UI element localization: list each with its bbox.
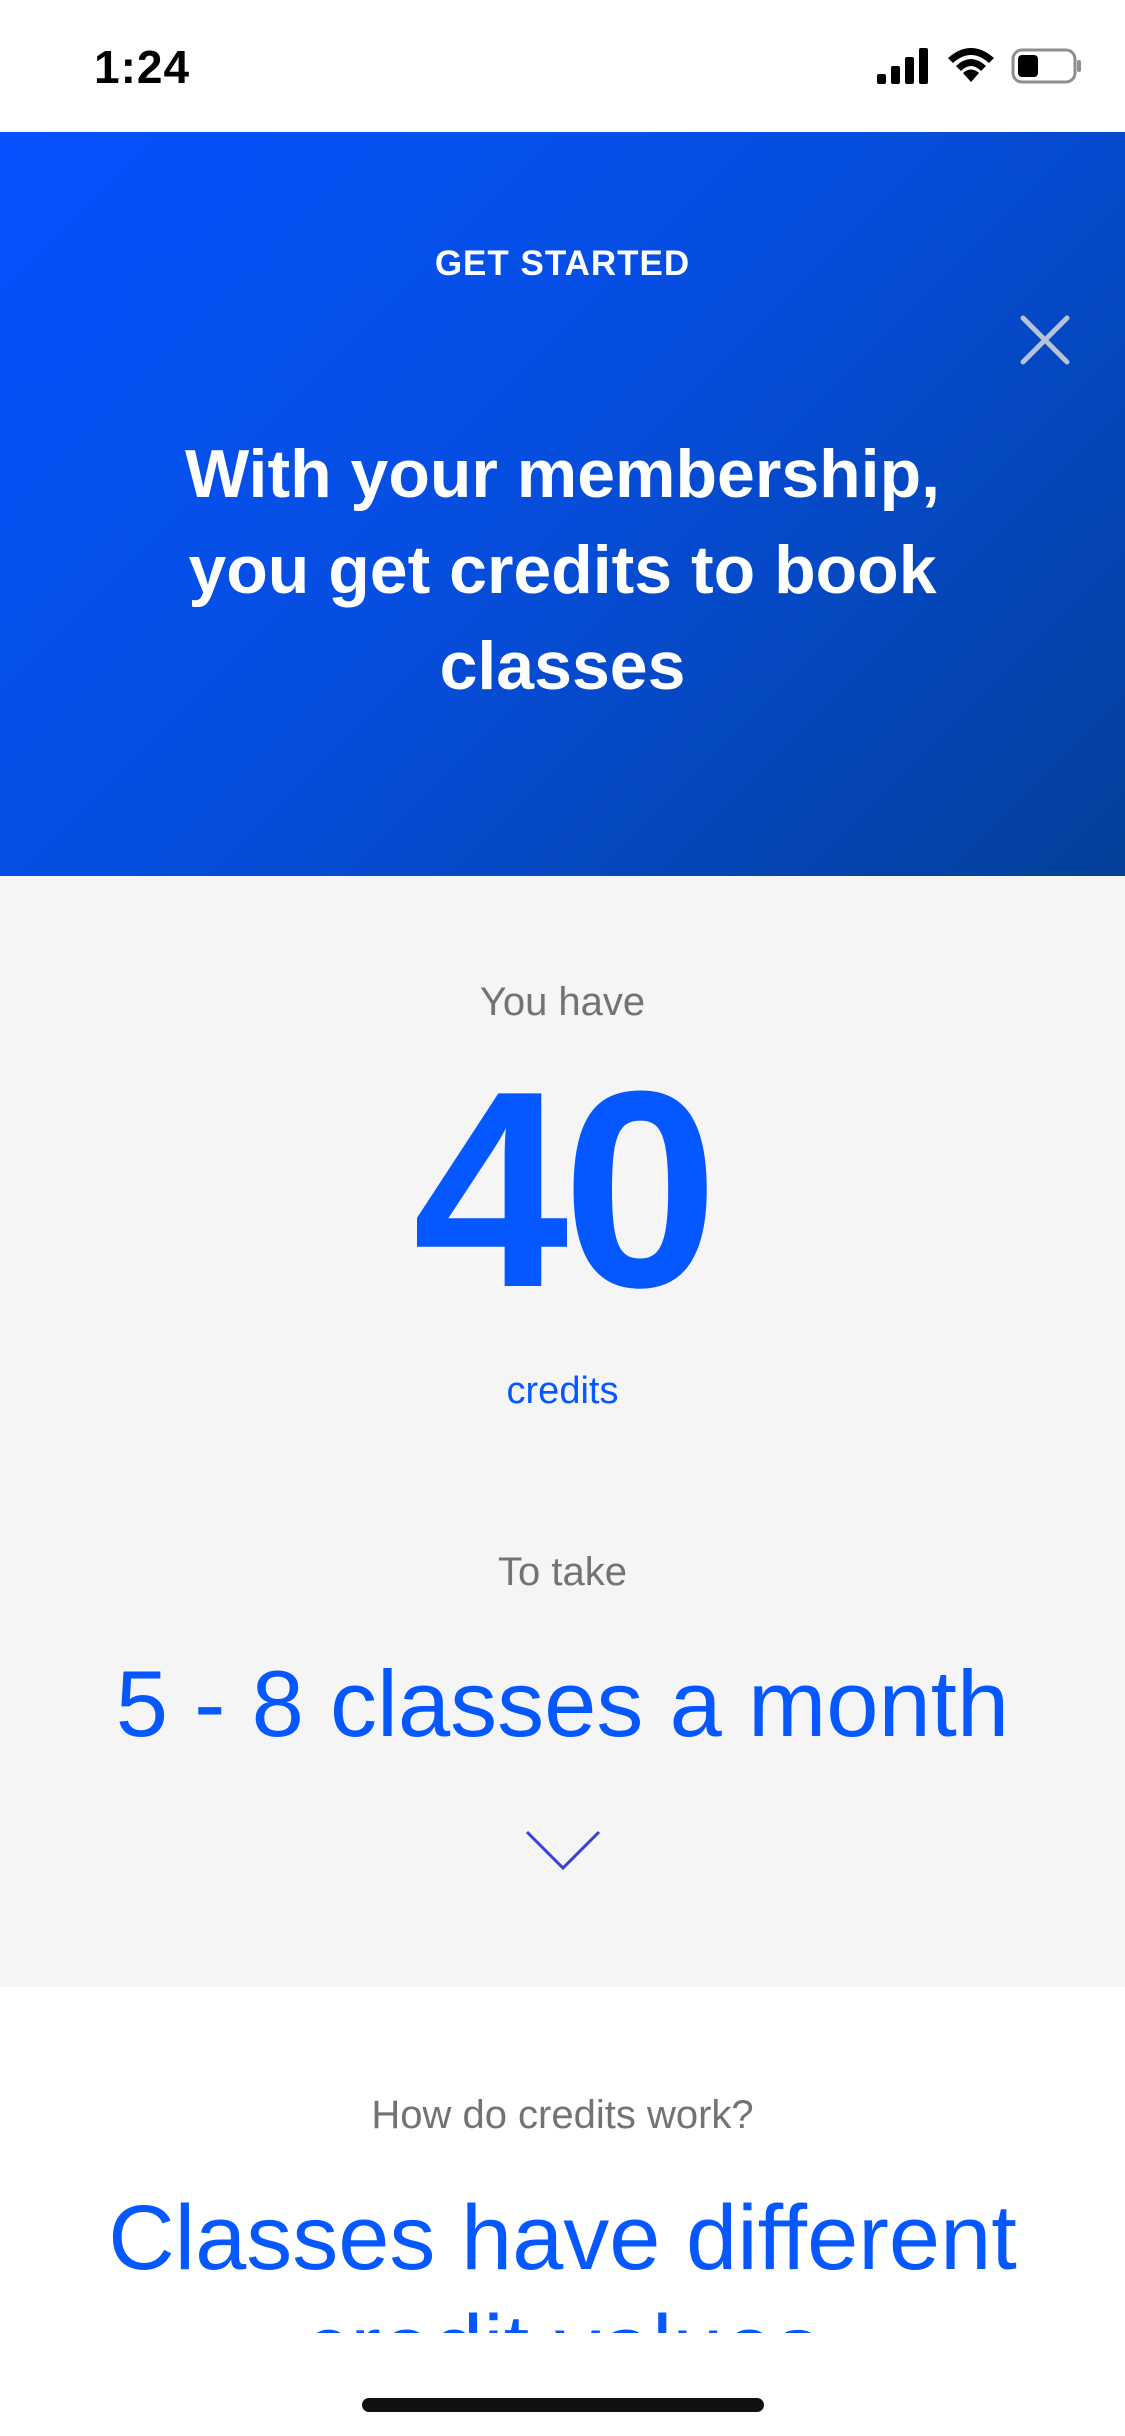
credits-unit-label: credits <box>506 1370 619 1412</box>
onboarding-screen: 1:24 GET STARTED With your membership, y… <box>0 0 1125 2436</box>
how-credits-heading: Classes have different credit values <box>108 2187 1017 2333</box>
hero-banner: GET STARTED With your membership, you ge… <box>0 132 1125 876</box>
home-indicator[interactable] <box>362 2398 764 2412</box>
you-have-label: You have <box>479 980 646 1024</box>
credits-summary: You have 40 credits To take 5 - 8 classe… <box>0 876 1125 1987</box>
wifi-icon <box>948 48 994 82</box>
to-take-label: To take <box>498 1550 627 1594</box>
chevron-down-icon[interactable] <box>524 1828 602 1872</box>
status-bar: 1:24 <box>0 0 1125 132</box>
how-heading-container: Classes have different credit values <box>0 2183 1125 2333</box>
hero-title: With your membership, you get credits to… <box>184 436 941 704</box>
signal-icon <box>877 48 928 84</box>
classes-range: 5 - 8 classes a month <box>115 1651 1010 1756</box>
status-time: 1:24 <box>94 41 191 93</box>
hero-kicker: GET STARTED <box>434 244 691 283</box>
how-credits-question: How do credits work? <box>371 2093 754 2137</box>
close-icon[interactable] <box>1013 308 1077 372</box>
status-icons <box>875 46 1083 86</box>
credits-amount: 40 <box>412 1034 718 1346</box>
battery-icon <box>1011 48 1081 84</box>
how-credits-work-section: How do credits work? Classes have differ… <box>0 1987 1125 2436</box>
